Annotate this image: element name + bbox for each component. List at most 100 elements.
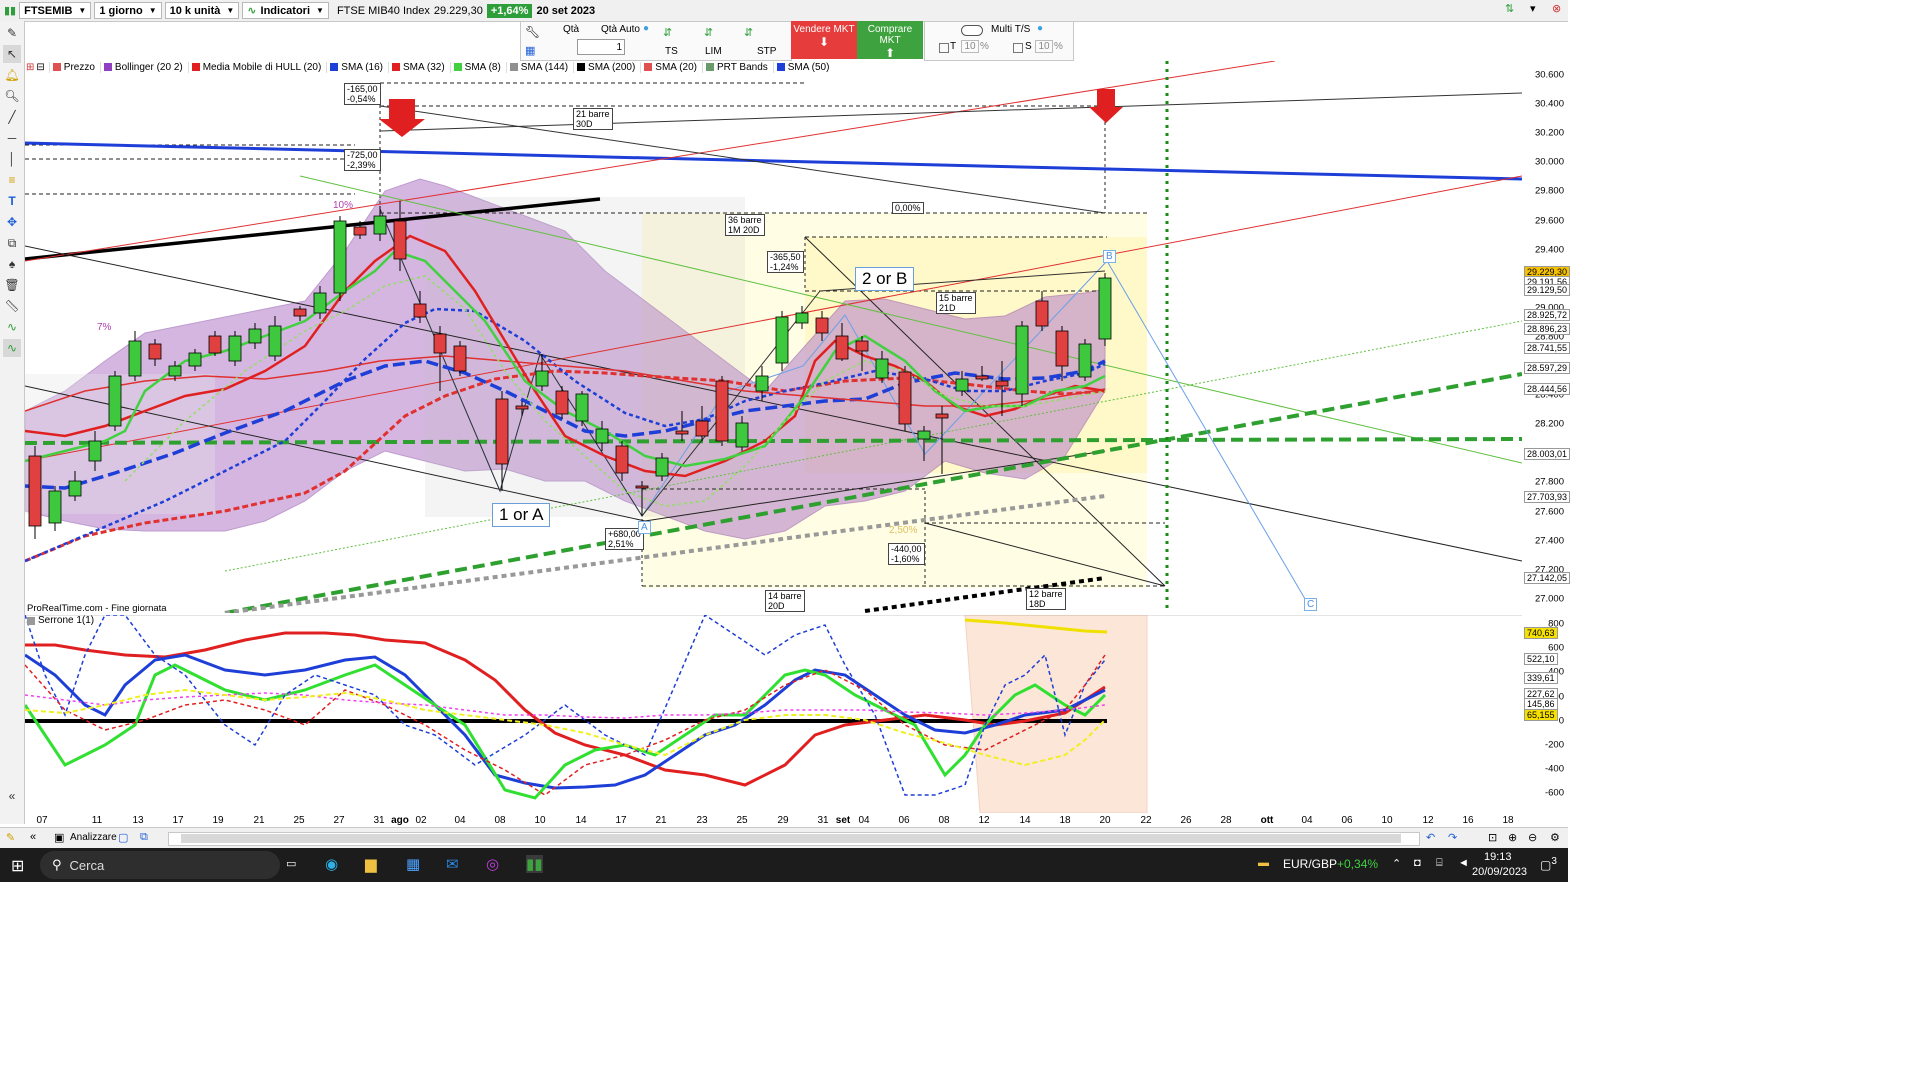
chevron-left-icon[interactable]: « xyxy=(30,831,36,843)
ts-icon[interactable]: ⇵ xyxy=(663,26,672,39)
indicators-button[interactable]: ∿ Indicatori ▼ xyxy=(242,2,329,19)
annot-a7[interactable]: 15 barre 21D xyxy=(936,292,976,314)
indicator-active-icon[interactable]: ∿ xyxy=(3,339,21,357)
store-icon[interactable]: ▦ xyxy=(406,855,420,873)
paint-icon[interactable]: ♠ xyxy=(3,255,21,273)
menu-icon[interactable]: ▾ xyxy=(1530,2,1536,15)
candle[interactable] xyxy=(635,485,649,489)
s-value[interactable]: 10 xyxy=(1035,40,1053,53)
candle[interactable] xyxy=(555,390,569,415)
indicator-icon[interactable]: ∿ xyxy=(3,318,21,336)
chevron-up-icon[interactable]: ⌃ xyxy=(1392,857,1401,870)
chart-type-icon[interactable]: ▮▮ xyxy=(4,4,16,17)
zoom-fit-icon[interactable]: ⊡ xyxy=(1488,831,1497,844)
redo-icon[interactable]: ↷ xyxy=(1448,831,1457,844)
messenger-icon[interactable]: ◎ xyxy=(486,855,499,873)
wave-point-c[interactable]: C xyxy=(1304,598,1318,611)
vertical-line-icon[interactable]: │ xyxy=(3,150,21,168)
alarm-icon[interactable]: 🔔︎ xyxy=(3,66,21,84)
candle[interactable] xyxy=(815,317,829,334)
candle[interactable] xyxy=(68,480,82,497)
qty-input[interactable] xyxy=(577,39,625,55)
network-icon[interactable]: ⌸ xyxy=(1436,857,1443,870)
candle[interactable] xyxy=(148,343,162,360)
settings-icon[interactable]: ⚙ xyxy=(1550,831,1560,844)
qty-auto-label[interactable]: Qtà Auto xyxy=(601,24,640,35)
chevron-left-icon[interactable]: « xyxy=(3,787,21,805)
candle[interactable] xyxy=(495,398,509,465)
annot-a6[interactable]: -365,50 -1,24% xyxy=(767,251,804,273)
edge-icon[interactable]: ◉ xyxy=(325,855,338,873)
candle[interactable] xyxy=(575,393,589,422)
zoom-out-icon[interactable]: ⊖ xyxy=(1528,831,1537,844)
candle[interactable] xyxy=(353,226,367,236)
taskbar-search-box[interactable]: ⚲ Cerca xyxy=(40,851,280,879)
candle[interactable] xyxy=(88,440,102,462)
fibonacci-icon[interactable]: ≡ xyxy=(3,171,21,189)
candle[interactable] xyxy=(975,375,989,380)
wave-label-1-or-a[interactable]: 1 or A xyxy=(492,503,551,527)
candle[interactable] xyxy=(453,345,467,372)
date-axis[interactable]: 07 11 13 17 19 21 25 27 31 ago 02 04 08 10 14 17 21 23 25 2… xyxy=(25,813,1545,827)
candle[interactable] xyxy=(715,380,729,442)
candle[interactable] xyxy=(655,457,669,477)
multi-ts-toggle[interactable] xyxy=(961,25,983,36)
candle[interactable] xyxy=(1098,277,1112,340)
clock-date[interactable]: 20/09/2023 xyxy=(1472,866,1527,878)
annot-a3[interactable]: 21 barre 30D xyxy=(573,108,613,130)
candle[interactable] xyxy=(248,328,262,344)
candle[interactable] xyxy=(188,352,202,367)
clock-time[interactable]: 19:13 xyxy=(1484,851,1512,863)
close-icon[interactable]: ⊗ xyxy=(1552,2,1561,15)
line-tool-icon[interactable]: ╱ xyxy=(3,108,21,126)
annot-a4[interactable]: 36 barre 1M 20D xyxy=(725,214,765,236)
candle[interactable] xyxy=(875,358,889,379)
instrument-selector[interactable]: FTSEMIB ▼ xyxy=(19,2,92,19)
candle[interactable] xyxy=(675,430,689,435)
prorealtime-icon[interactable]: ▮▮ xyxy=(526,855,543,873)
candle[interactable] xyxy=(515,405,529,410)
annot-a9[interactable]: -440,00 -1,60% xyxy=(888,543,925,565)
camera-icon[interactable]: ◘ xyxy=(1414,857,1421,869)
candle[interactable] xyxy=(795,312,809,324)
buy-market-button[interactable]: Comprare MKT ⬆ xyxy=(857,21,923,60)
candle[interactable] xyxy=(955,378,969,392)
candle[interactable] xyxy=(835,335,849,360)
candle[interactable] xyxy=(48,490,62,524)
cursor-icon[interactable]: ↖ xyxy=(3,45,21,63)
candle[interactable] xyxy=(333,220,347,294)
annot-a1[interactable]: -165,00 -0,54% xyxy=(344,83,381,105)
candle[interactable] xyxy=(28,455,42,527)
notification-icon[interactable]: ▢3 xyxy=(1540,856,1557,872)
zoom-in-icon[interactable]: ⊕ xyxy=(1508,831,1517,844)
wave-label-2-or-b[interactable]: 2 or B xyxy=(855,267,915,291)
s-checkbox[interactable] xyxy=(1013,43,1023,53)
candle[interactable] xyxy=(995,380,1009,387)
candle[interactable] xyxy=(917,430,931,440)
mail-icon[interactable]: ✉ xyxy=(446,855,459,873)
candle[interactable] xyxy=(535,370,549,387)
screenshot-icon[interactable]: ▢ xyxy=(118,831,128,844)
candle[interactable] xyxy=(168,365,182,377)
ruler-icon[interactable]: 📏︎ xyxy=(3,297,21,315)
candle[interactable] xyxy=(313,292,327,314)
candle[interactable] xyxy=(735,422,749,448)
text-tool-icon[interactable]: T xyxy=(3,192,21,210)
price-chart[interactable]: -165,00 -0,54% -725,00 -2,39% 21 barre 3… xyxy=(25,61,1522,614)
indicator-axis[interactable]: 8006004002000-200-400-600740,63522,10339… xyxy=(1522,615,1568,813)
candle[interactable] xyxy=(855,340,869,352)
sync-icon[interactable]: ⇅ xyxy=(1505,2,1514,15)
annot-a11[interactable]: 12 barre 18D xyxy=(1026,588,1066,610)
indicator-title[interactable]: Serrone 1(1) xyxy=(27,615,94,626)
candle[interactable] xyxy=(755,375,769,392)
windows-start-icon[interactable]: ⊞ xyxy=(11,856,24,876)
timeframe-selector[interactable]: 1 giorno ▼ xyxy=(94,2,162,19)
wave-point-b[interactable]: B xyxy=(1103,250,1116,263)
candle[interactable] xyxy=(1015,325,1029,395)
candle[interactable] xyxy=(1055,330,1069,367)
candle[interactable] xyxy=(695,420,709,437)
wave-point-a[interactable]: A xyxy=(638,521,651,534)
serrone-indicator-panel[interactable]: Serrone 1(1) xyxy=(25,615,1522,813)
candle[interactable] xyxy=(595,428,609,444)
scrollbar-thumb[interactable] xyxy=(181,834,1401,843)
